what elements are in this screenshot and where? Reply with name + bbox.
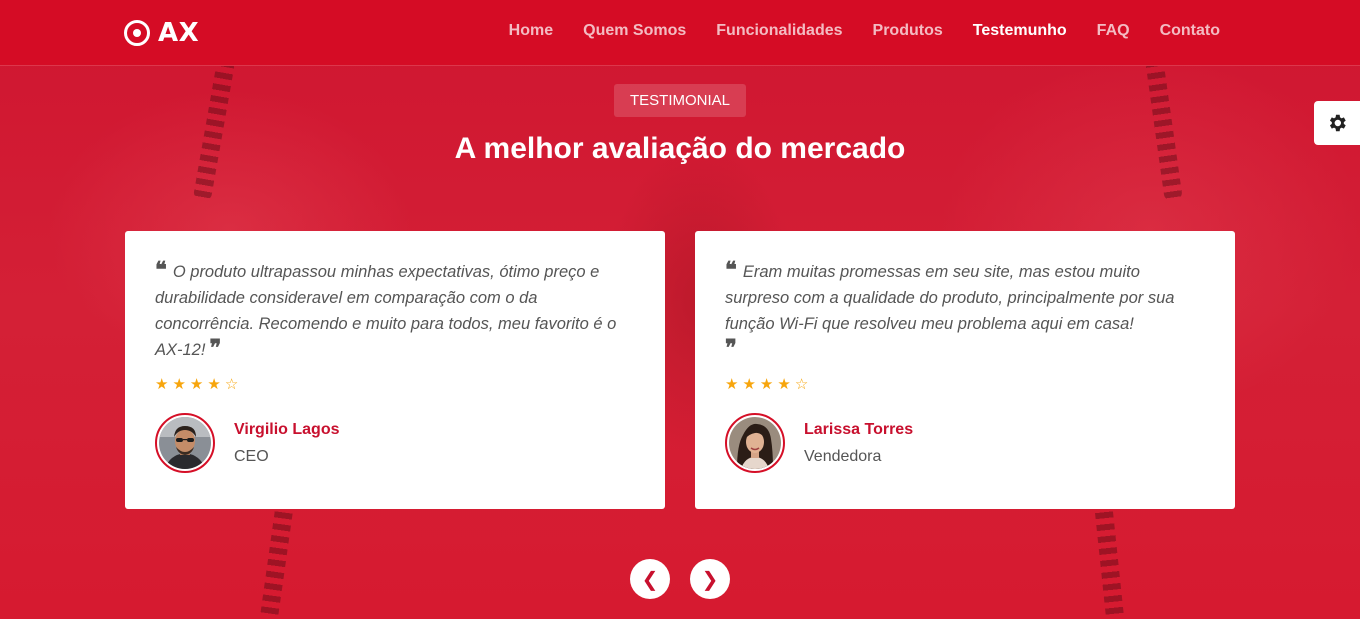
quote-text: O produto ultrapassou minhas expectativa… bbox=[155, 263, 617, 359]
testimonial-quote: ❝ O produto ultrapassou minhas expectativ… bbox=[155, 259, 635, 363]
star-filled-icon: ★ bbox=[207, 375, 221, 393]
avatar bbox=[155, 413, 215, 473]
testimonial-quote: ❝ Eram muitas promessas em seu site, mas … bbox=[725, 259, 1205, 363]
logo[interactable]: AX bbox=[124, 18, 199, 48]
section-badge: TESTIMONIAL bbox=[614, 84, 746, 117]
testimonial-card: ❝ O produto ultrapassou minhas expectativ… bbox=[125, 231, 665, 509]
quote-open-icon: ❝ bbox=[155, 257, 167, 283]
background-chain bbox=[259, 499, 295, 619]
carousel-prev-button[interactable]: ❮ bbox=[630, 559, 670, 599]
background-chain bbox=[1093, 499, 1125, 619]
nav-quem-somos[interactable]: Quem Somos bbox=[583, 22, 686, 40]
star-filled-icon: ★ bbox=[759, 375, 774, 393]
man-portrait-icon bbox=[159, 417, 211, 469]
carousel-next-button[interactable]: ❯ bbox=[690, 559, 730, 599]
star-filled-icon: ★ bbox=[155, 375, 169, 393]
nav-funcionalidades[interactable]: Funcionalidades bbox=[716, 22, 842, 40]
rating-stars: ★ ★ ★ ★ ☆ bbox=[155, 375, 635, 393]
quote-close-icon: ❞ bbox=[725, 335, 737, 361]
author-name: Virgilio Lagos bbox=[234, 420, 340, 438]
star-empty-icon: ☆ bbox=[794, 375, 809, 393]
background-chain bbox=[1145, 59, 1183, 201]
quote-close-icon: ❞ bbox=[209, 335, 222, 361]
target-logo-icon bbox=[124, 20, 150, 46]
section-title: A melhor avaliação do mercado bbox=[454, 132, 906, 165]
gear-icon bbox=[1329, 114, 1346, 132]
star-filled-icon: ★ bbox=[172, 375, 186, 393]
star-filled-icon: ★ bbox=[189, 375, 204, 393]
nav-testemunho[interactable]: Testemunho bbox=[973, 22, 1067, 40]
author-role: Vendedora bbox=[804, 447, 882, 465]
star-filled-icon: ★ bbox=[742, 375, 756, 393]
background-chain bbox=[192, 59, 236, 201]
testimonial-author: Virgilio Lagos CEO bbox=[155, 413, 635, 473]
nav-produtos[interactable]: Produtos bbox=[873, 22, 943, 40]
avatar bbox=[725, 413, 785, 473]
logo-text: AX bbox=[158, 18, 200, 48]
testimonial-card: ❝ Eram muitas promessas em seu site, mas … bbox=[695, 231, 1235, 509]
rating-stars: ★ ★ ★ ★ ☆ bbox=[725, 375, 1205, 393]
nav-faq[interactable]: FAQ bbox=[1097, 22, 1130, 40]
author-name: Larissa Torres bbox=[804, 420, 914, 438]
testimonial-author: Larissa Torres Vendedora bbox=[725, 413, 1205, 473]
star-filled-icon: ★ bbox=[777, 375, 791, 393]
main-nav: Home Quem Somos Funcionalidades Produtos… bbox=[509, 22, 1220, 40]
settings-button[interactable] bbox=[1314, 101, 1360, 145]
nav-contato[interactable]: Contato bbox=[1160, 22, 1220, 40]
chevron-left-icon: ❮ bbox=[641, 567, 659, 591]
nav-home[interactable]: Home bbox=[509, 22, 553, 40]
author-role: CEO bbox=[234, 447, 269, 465]
quote-open-icon: ❝ bbox=[725, 257, 737, 283]
star-filled-icon: ★ bbox=[725, 375, 739, 393]
star-empty-icon: ☆ bbox=[224, 375, 239, 393]
site-header: AX Home Quem Somos Funcionalidades Produ… bbox=[0, 0, 1360, 66]
chevron-right-icon: ❯ bbox=[701, 567, 719, 591]
quote-text: Eram muitas promessas em seu site, mas e… bbox=[725, 263, 1175, 333]
woman-portrait-icon bbox=[729, 417, 781, 469]
